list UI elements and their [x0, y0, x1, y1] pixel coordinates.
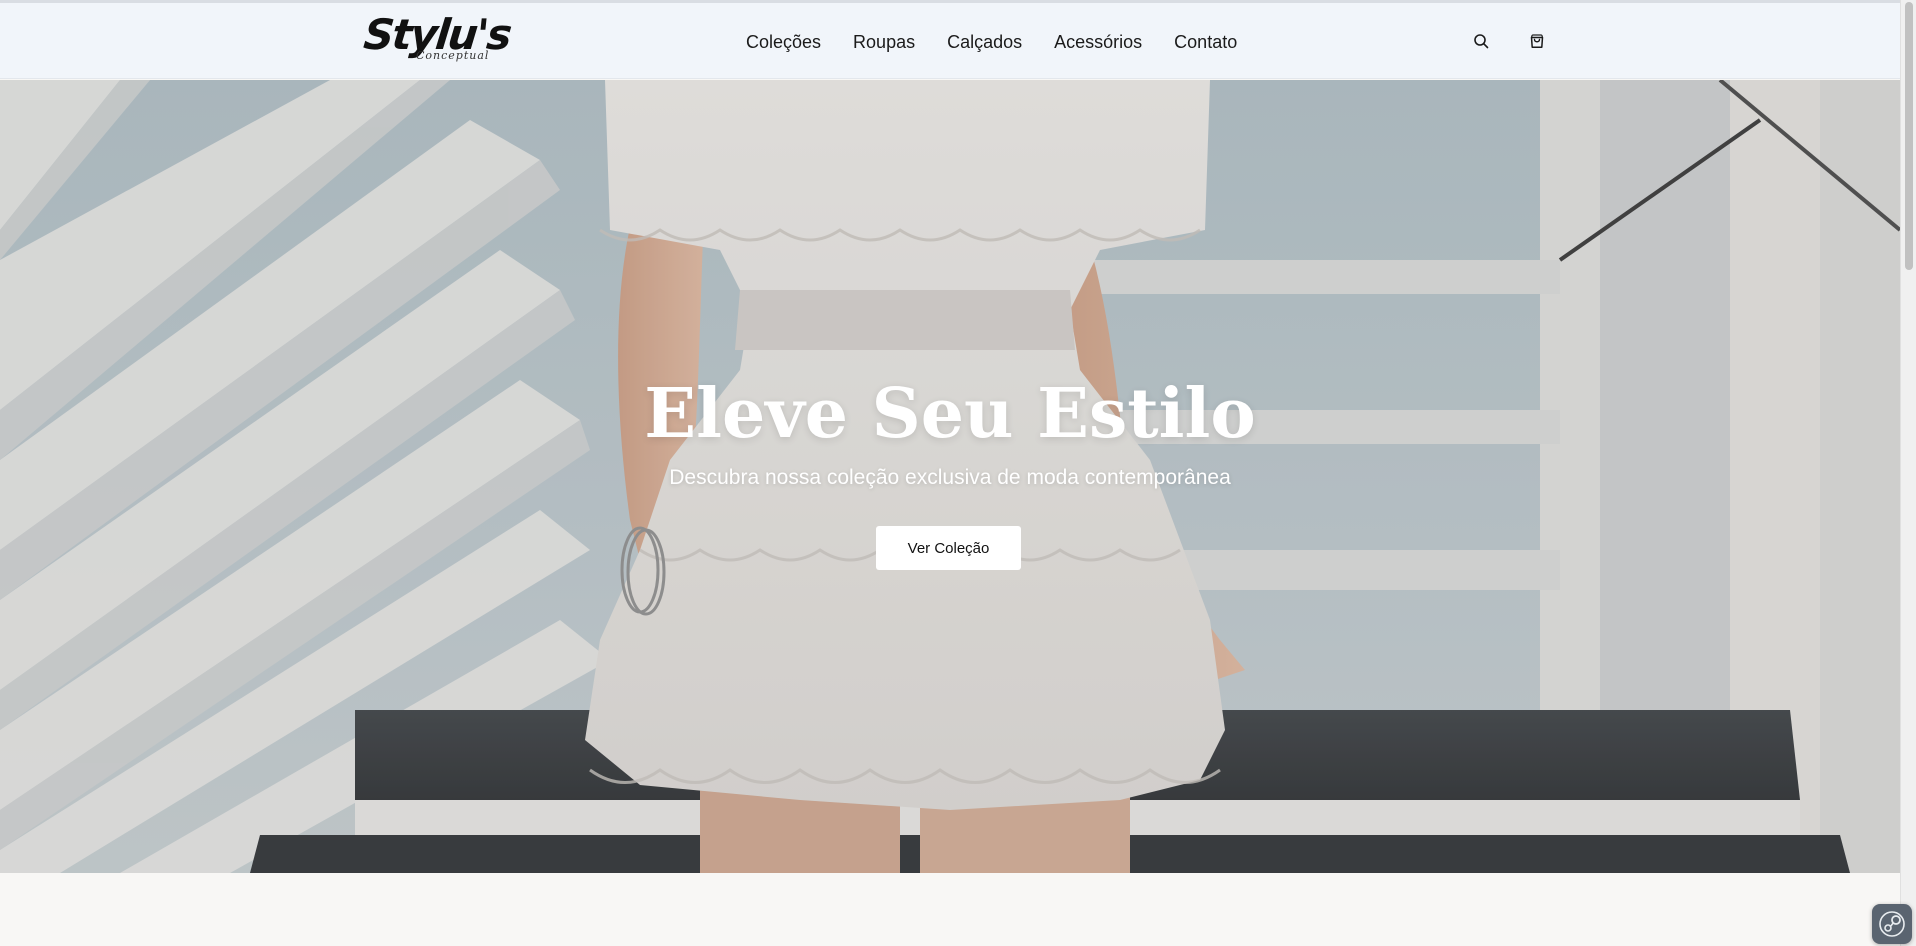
site-header: Stylu's Conceptual Coleções Roupas Calça…: [0, 3, 1900, 79]
page: Stylu's Conceptual Coleções Roupas Calça…: [0, 0, 1900, 946]
search-button[interactable]: [1470, 30, 1492, 52]
nav-item-calcados[interactable]: Calçados: [947, 32, 1022, 53]
search-icon: [1474, 34, 1489, 49]
main-nav: Coleções Roupas Calçados Acessórios Cont…: [746, 27, 1237, 57]
steam-icon: [1879, 911, 1905, 937]
hero-title: Eleve Seu Estilo: [644, 374, 1256, 454]
nav-item-acessorios[interactable]: Acessórios: [1054, 32, 1142, 53]
nav-item-contato[interactable]: Contato: [1174, 32, 1237, 53]
shopping-bag-icon: [1530, 34, 1544, 48]
hero-banner: Eleve Seu Estilo Descubra nossa coleção …: [0, 80, 1900, 873]
page-scrollbar[interactable]: [1900, 0, 1916, 946]
logo-script: Conceptual: [416, 49, 490, 62]
nav-item-roupas[interactable]: Roupas: [853, 32, 915, 53]
nav-item-colecoes[interactable]: Coleções: [746, 32, 821, 53]
hero-subtitle: Descubra nossa coleção exclusiva de moda…: [669, 466, 1231, 489]
floating-widget-button[interactable]: [1872, 904, 1912, 944]
cart-button[interactable]: [1526, 30, 1548, 52]
below-hero-section: [0, 873, 1900, 946]
brand-logo[interactable]: Stylu's Conceptual: [361, 10, 512, 67]
scrollbar-thumb[interactable]: [1905, 2, 1913, 270]
view-collection-button[interactable]: Ver Coleção: [876, 526, 1021, 570]
